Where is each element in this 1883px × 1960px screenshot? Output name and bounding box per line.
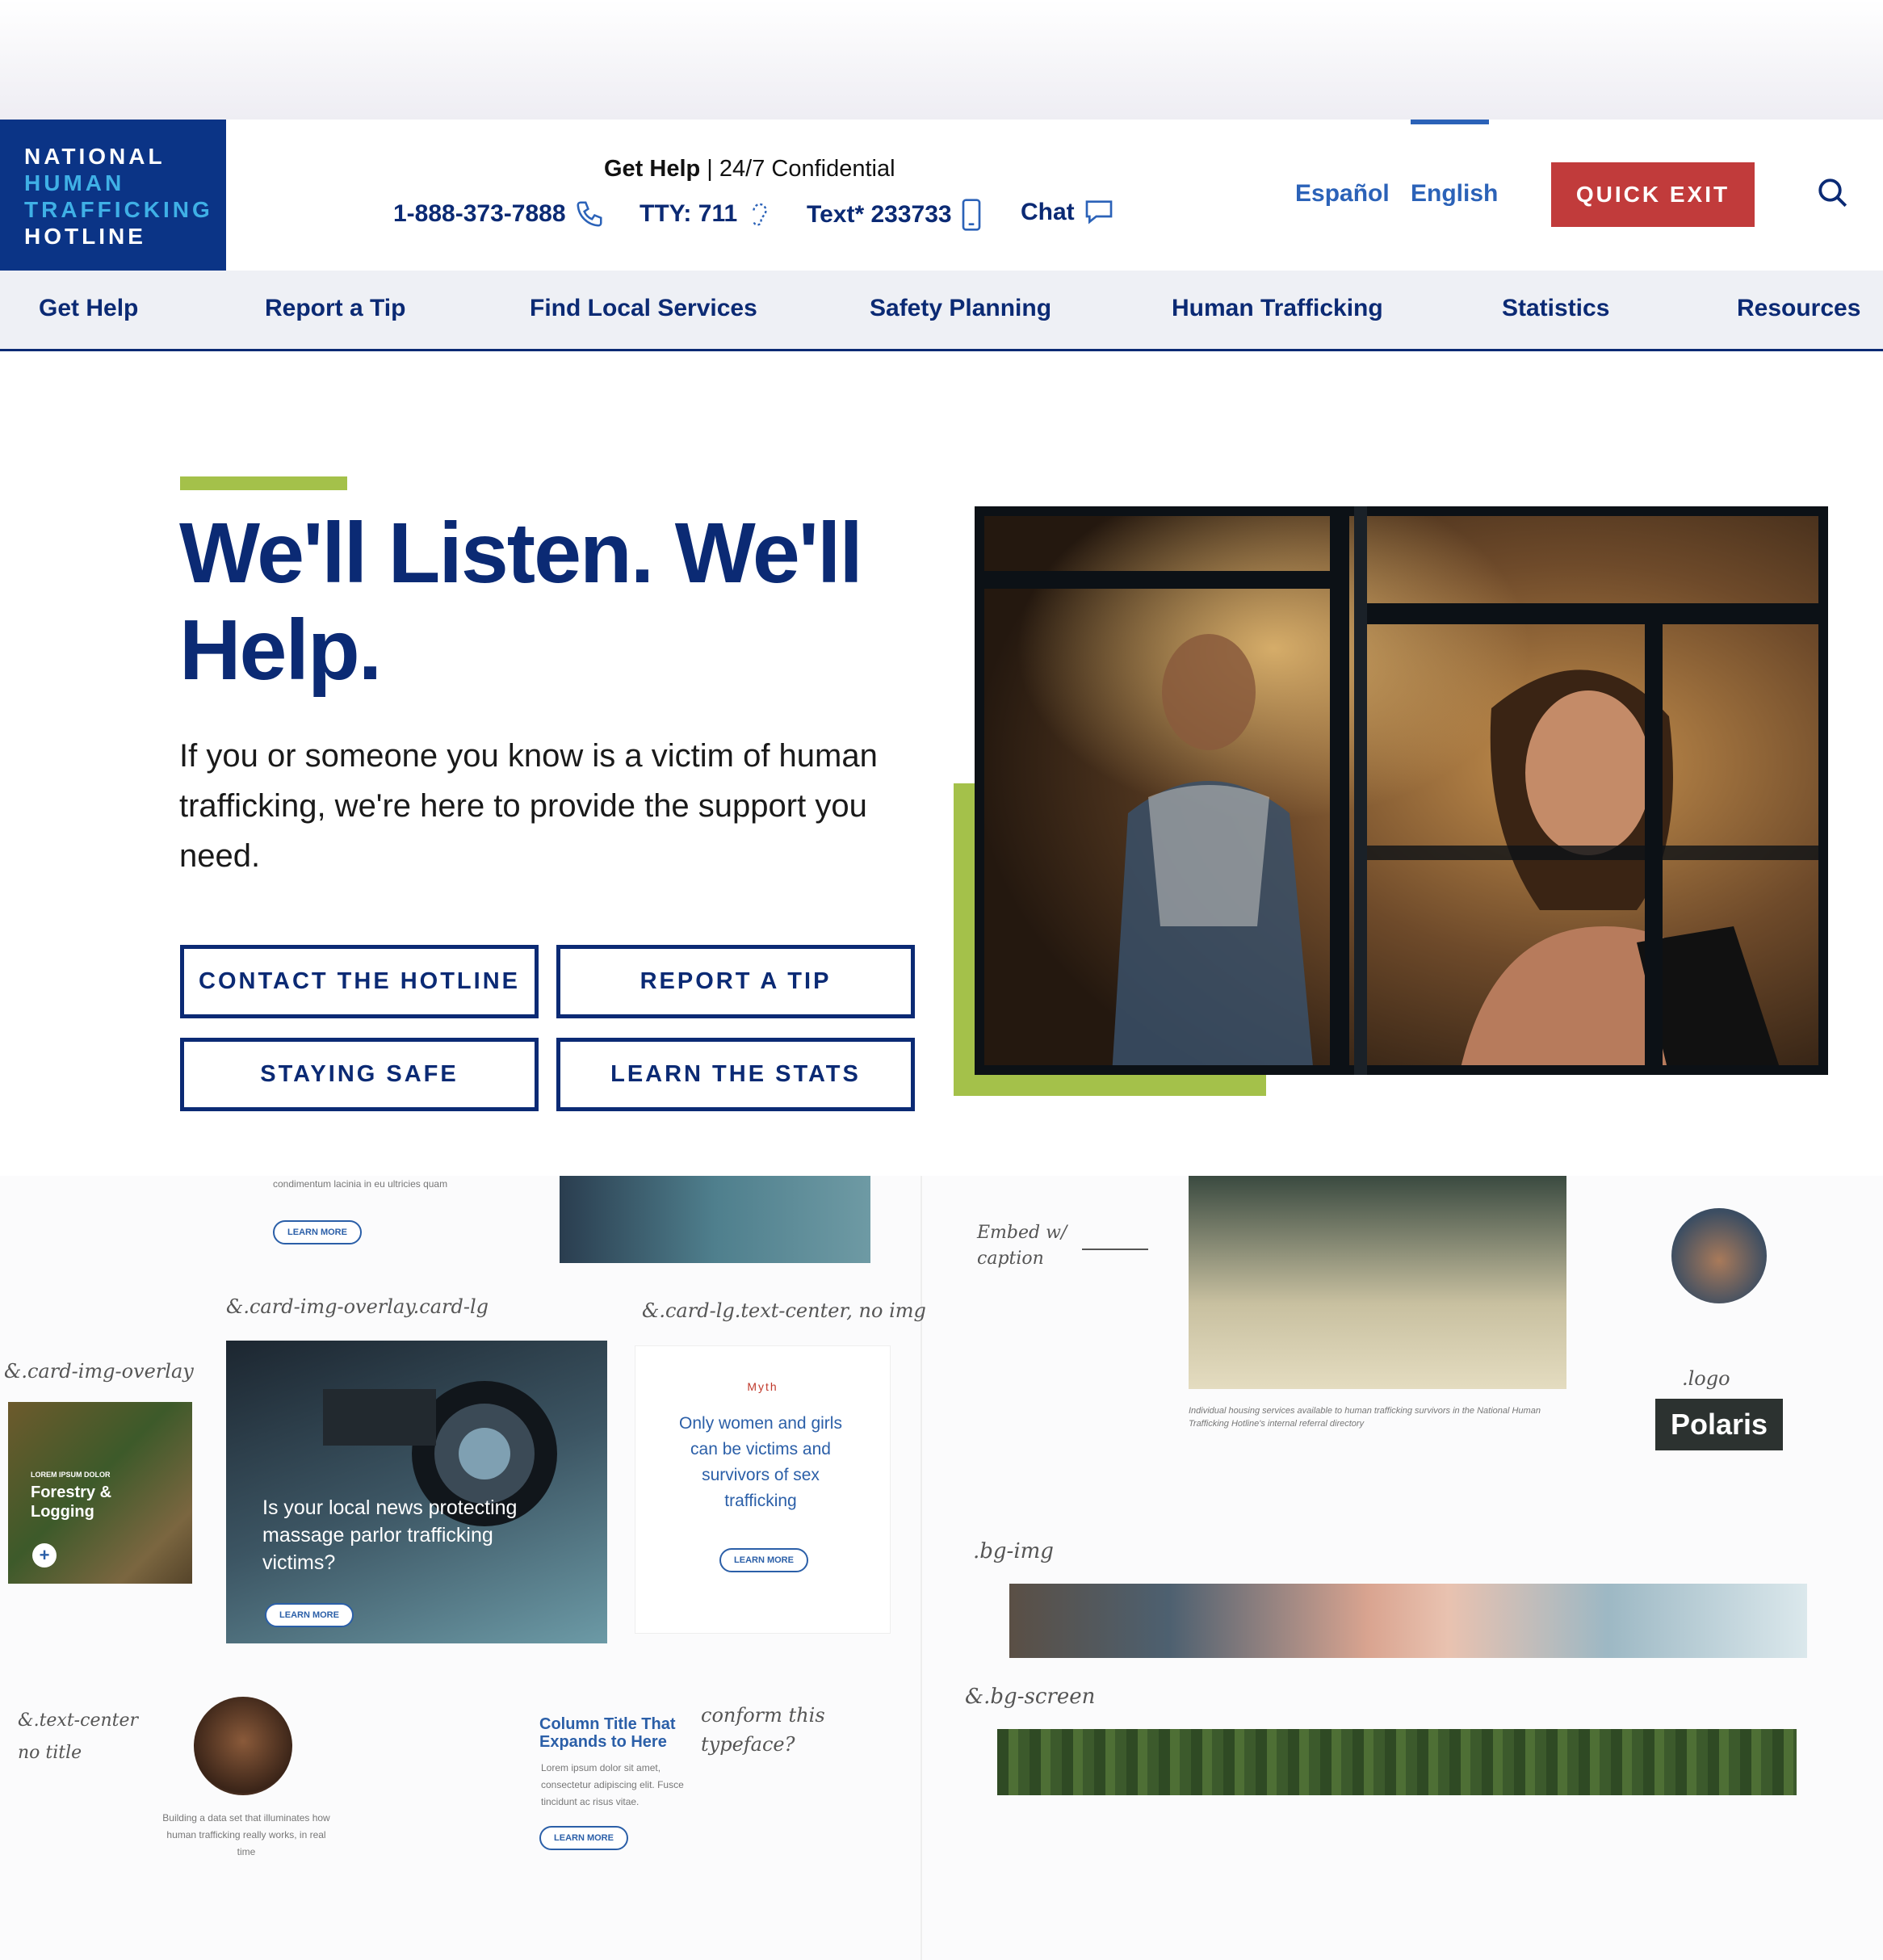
note-bg-screen: &.bg-screen: [965, 1685, 1096, 1709]
mobile-phone-icon: [962, 199, 980, 231]
top-fade: [0, 0, 1883, 120]
main-nav: Get Help Report a Tip Find Local Service…: [0, 271, 1883, 351]
polaris-logo: Polaris: [1655, 1399, 1783, 1450]
forestry-eyebrow: LOREM IPSUM DOLOR: [31, 1471, 111, 1479]
myth-text: Only women and girls can be victims and …: [679, 1414, 842, 1510]
logo-line-human: HUMAN: [24, 170, 125, 195]
nav-safety-planning[interactable]: Safety Planning: [870, 295, 1051, 322]
text-link[interactable]: Text* 233733: [807, 199, 983, 231]
news-overlay-card[interactable]: Is your local news protecting massage pa…: [226, 1341, 607, 1643]
housing-photo: [1189, 1176, 1566, 1389]
note-card-lg-text-center: &.card-lg.text-center, no img: [642, 1299, 926, 1322]
learn-more-pill-1[interactable]: LEARN MORE: [273, 1220, 362, 1244]
design-sketch-board: condimentum lacinia in eu ultricies quam…: [0, 1176, 1883, 1960]
avatar-woman: [194, 1697, 292, 1795]
nav-get-help[interactable]: Get Help: [39, 295, 138, 322]
arrow-line: [1082, 1249, 1148, 1250]
lang-espanol[interactable]: Español: [1295, 180, 1390, 208]
hero-title: We'll Listen. We'll Help.: [179, 505, 906, 699]
note-text-center-no-title: &.text-center no title: [18, 1710, 139, 1763]
learn-more-pill-4[interactable]: LEARN MORE: [539, 1826, 628, 1850]
nav-statistics[interactable]: Statistics: [1502, 295, 1609, 322]
contact-hotline-button[interactable]: CONTACT THE HOTLINE: [180, 945, 539, 1018]
hero-description: If you or someone you know is a victim o…: [179, 738, 878, 874]
ear-icon: [753, 203, 767, 226]
logo-line-hotline: HOTLINE: [24, 224, 146, 249]
learn-more-pill-3[interactable]: LEARN MORE: [719, 1548, 808, 1572]
column-body: Lorem ipsum dolor sit amet, consectetur …: [541, 1762, 684, 1807]
quick-exit-button[interactable]: QUICK EXIT: [1551, 162, 1755, 227]
hero-photo: [975, 506, 1828, 1075]
hotline-logo[interactable]: NATIONAL HUMAN TRAFFICKING HOTLINE: [0, 120, 226, 271]
learn-stats-button[interactable]: LEARN THE STATS: [556, 1038, 915, 1111]
bg-img-strip: [1009, 1584, 1807, 1658]
phone-link[interactable]: 1-888-373-7888: [393, 199, 605, 229]
confidential-label: | 24/7 Confidential: [700, 156, 895, 182]
nav-report-a-tip[interactable]: Report a Tip: [265, 295, 405, 322]
chat-label: Chat: [1021, 199, 1075, 225]
forestry-title: Forestry & Logging: [31, 1484, 112, 1521]
chat-bubble-icon: [1085, 200, 1113, 225]
note-conform-typeface: conform this typeface?: [701, 1704, 825, 1756]
get-help-label: Get Help: [604, 156, 701, 182]
logo-line-national: NATIONAL: [24, 144, 166, 169]
site-header: NATIONAL HUMAN TRAFFICKING HOTLINE Get H…: [0, 120, 1883, 272]
staying-safe-button[interactable]: STAYING SAFE: [180, 1038, 539, 1111]
camera-image-fragment: [560, 1176, 870, 1263]
hero-title-line-2: Help.: [179, 602, 382, 698]
tty-label: TTY: 711: [640, 200, 738, 227]
phone-icon: [576, 201, 602, 227]
nav-find-local-services[interactable]: Find Local Services: [530, 295, 757, 322]
tty-link[interactable]: TTY: 711: [640, 199, 774, 229]
housing-caption: Individual housing services available to…: [1189, 1406, 1541, 1429]
nav-resources[interactable]: Resources: [1737, 295, 1860, 322]
learn-more-pill-2[interactable]: LEARN MORE: [265, 1603, 354, 1627]
forestry-card[interactable]: LOREM IPSUM DOLOR Forestry & Logging +: [8, 1402, 192, 1584]
text-number: Text* 233733: [807, 201, 952, 228]
search-icon[interactable]: [1816, 176, 1850, 210]
note-card-img-overlay-lg: &.card-img-overlay.card-lg: [226, 1295, 489, 1318]
bg-screen-strip: [997, 1729, 1797, 1795]
note-bg-img: .bg-img: [973, 1539, 1054, 1563]
myth-card[interactable]: Myth Only women and girls can be victims…: [635, 1345, 891, 1634]
avatar-man: [1671, 1208, 1767, 1303]
note-logo: .logo: [1682, 1367, 1730, 1390]
hero-title-line-1: We'll Listen. We'll: [179, 506, 863, 601]
phone-number: 1-888-373-7888: [393, 200, 566, 227]
plus-icon[interactable]: +: [32, 1543, 57, 1568]
lang-english[interactable]: English: [1411, 180, 1498, 208]
news-card-title: Is your local news protecting massage pa…: [262, 1496, 518, 1574]
hero-accent-bar: [180, 476, 347, 490]
sketch-divider: [921, 1176, 922, 1960]
chat-link[interactable]: Chat: [1021, 199, 1115, 226]
column-title: Column Title That Expands to Here: [539, 1715, 676, 1751]
nav-human-trafficking[interactable]: Human Trafficking: [1172, 295, 1383, 322]
note-card-img-overlay: &.card-img-overlay: [4, 1360, 194, 1383]
get-help-line: Get Help | 24/7 Confidential: [604, 156, 895, 183]
logo-line-trafficking: TRAFFICKING: [24, 197, 213, 222]
note-embed-caption: Embed w/ caption: [977, 1223, 1067, 1269]
data-set-text: Building a data set that illuminates how…: [162, 1812, 330, 1857]
condimentum-text: condimentum lacinia in eu ultricies quam: [273, 1178, 448, 1190]
myth-label: Myth: [747, 1380, 778, 1393]
active-lang-indicator: [1411, 120, 1489, 124]
report-tip-button[interactable]: REPORT A TIP: [556, 945, 915, 1018]
